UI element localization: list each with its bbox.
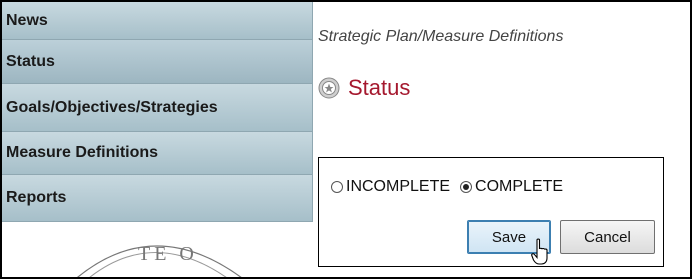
breadcrumb: Strategic Plan/Measure Definitions: [318, 28, 564, 45]
sidebar-item-label: News: [6, 11, 48, 29]
sidebar-item-measure-definitions[interactable]: Measure Definitions: [2, 132, 313, 175]
page-title: Status: [348, 75, 411, 100]
complete-radio[interactable]: [460, 181, 473, 193]
sidebar-item-label: Goals/Objectives/Strategies: [6, 98, 218, 116]
status-form: INCOMPLETE COMPLETE Save Cancel: [318, 157, 664, 267]
complete-label[interactable]: COMPLETE: [475, 178, 563, 196]
incomplete-label[interactable]: INCOMPLETE: [346, 178, 450, 196]
sidebar-nav: News Status Goals/Objectives/Strategies …: [2, 2, 313, 222]
svg-text:TE O: TE O: [138, 243, 198, 265]
app-frame: News Status Goals/Objectives/Strategies …: [0, 0, 692, 279]
sidebar-item-goals-objectives-strategies[interactable]: Goals/Objectives/Strategies: [2, 84, 313, 132]
cancel-button[interactable]: Cancel: [560, 220, 655, 254]
sidebar-item-news[interactable]: News: [2, 2, 313, 40]
page-title-row: Status: [318, 75, 410, 101]
sidebar-item-label: Reports: [6, 189, 67, 206]
sidebar-item-status[interactable]: Status: [2, 40, 313, 84]
sidebar-item-reports[interactable]: Reports: [2, 175, 313, 222]
sidebar-item-label: Measure Definitions: [6, 144, 159, 161]
state-seal-logo: TE O: [2, 230, 313, 277]
save-button[interactable]: Save: [467, 220, 551, 254]
status-radio-group: INCOMPLETE COMPLETE: [331, 178, 573, 196]
radio-selected-dot: [463, 184, 470, 190]
sidebar-item-label: Status: [6, 52, 55, 70]
incomplete-radio[interactable]: [331, 181, 343, 193]
seal-badge-icon: [318, 77, 340, 99]
